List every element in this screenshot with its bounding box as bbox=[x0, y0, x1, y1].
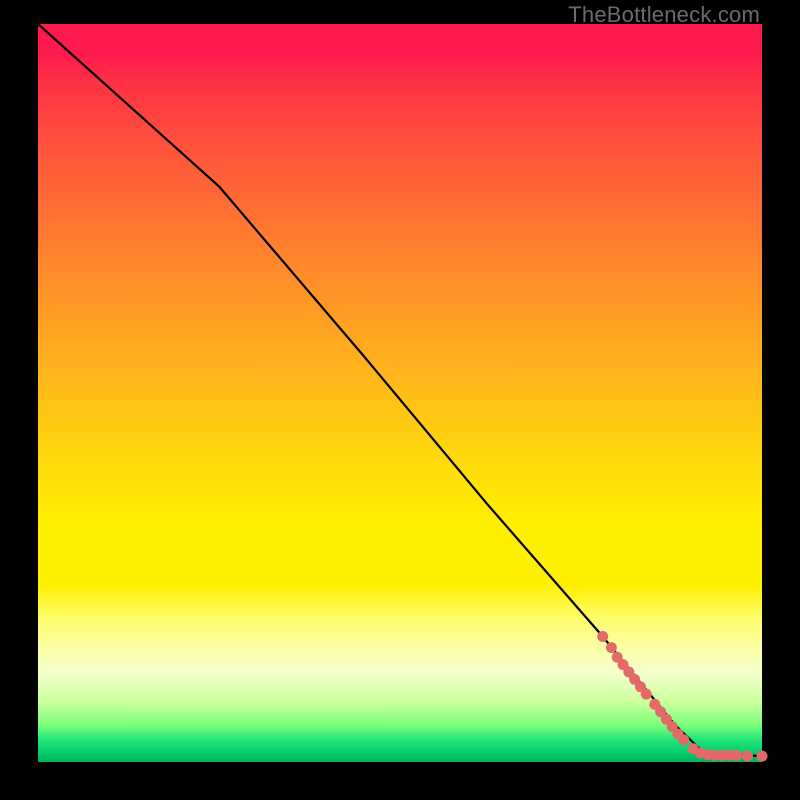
chart-frame: TheBottleneck.com bbox=[0, 0, 800, 800]
data-point bbox=[678, 734, 689, 745]
chart-overlay bbox=[38, 24, 762, 762]
bottleneck-line bbox=[38, 24, 762, 756]
data-point bbox=[641, 689, 652, 700]
data-markers bbox=[597, 631, 767, 762]
data-point bbox=[742, 751, 753, 762]
data-point bbox=[757, 751, 768, 762]
data-point bbox=[731, 750, 742, 761]
data-point bbox=[597, 631, 608, 642]
data-point bbox=[606, 642, 617, 653]
